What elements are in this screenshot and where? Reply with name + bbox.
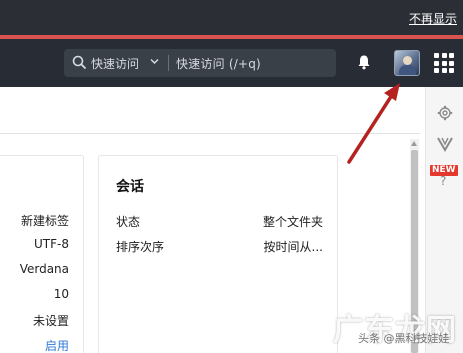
notification-bell-icon[interactable] — [356, 54, 372, 70]
quick-access-dropdown-label[interactable]: 快速访问 — [91, 55, 139, 72]
session-status-label: 状态 — [116, 215, 141, 229]
top-notice-bar: 不再显示 — [0, 0, 463, 35]
avatar-face — [403, 56, 412, 65]
help-icon[interactable]: ? — [440, 174, 446, 188]
dont-show-again-link[interactable]: 不再显示 — [409, 10, 457, 27]
session-status-value: 整个文件夹 — [262, 215, 323, 229]
v-logo-icon[interactable] — [436, 136, 454, 152]
setting-value-unset: 未设置 — [32, 314, 69, 328]
session-sort-label: 排序次序 — [116, 240, 165, 254]
user-avatar[interactable] — [394, 50, 420, 76]
watermark-caption: 头条 @黑科技娃娃 — [358, 332, 450, 345]
settings-card: 新建标签 UTF-8 Verdana 10 未设置 启用 — [0, 155, 84, 353]
quick-access-input-hint[interactable]: 快速访问 (/+q) — [176, 55, 261, 72]
chevron-down-icon[interactable] — [150, 58, 159, 65]
session-card: 会话 状态 整个文件夹 排序次序 按时间从... — [98, 155, 338, 353]
gear-icon[interactable] — [437, 105, 453, 121]
setting-value-font-size: 10 — [53, 287, 69, 301]
setting-value-enable-link[interactable]: 启用 — [45, 337, 69, 353]
search-separator — [168, 55, 169, 71]
apps-grid-icon[interactable] — [434, 53, 454, 73]
scroll-up-arrow-icon[interactable] — [411, 141, 417, 146]
setting-value-new-tab: 新建标签 — [20, 214, 69, 228]
quick-access-search[interactable]: 快速访问 快速访问 (/+q) — [64, 49, 336, 77]
search-icon — [72, 55, 86, 69]
content-header-divider — [0, 133, 420, 134]
setting-value-encoding: UTF-8 — [34, 237, 69, 251]
session-card-title: 会话 — [116, 179, 144, 195]
avatar-body — [399, 65, 416, 75]
session-sort-value: 按时间从... — [263, 240, 323, 254]
setting-value-font: Verdana — [19, 262, 69, 276]
